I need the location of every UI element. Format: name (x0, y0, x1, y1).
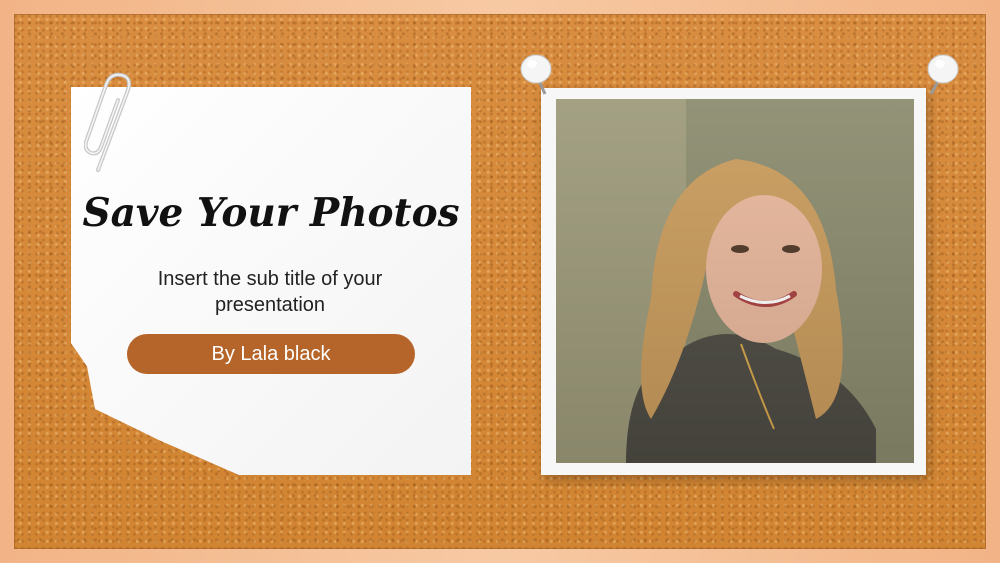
pushpin-icon (520, 54, 552, 95)
slide-title[interactable]: Save Your Photos (71, 190, 471, 236)
paperclip-icon (84, 72, 132, 172)
pushpin-icon (927, 54, 959, 95)
slide-subtitle[interactable]: Insert the sub title of your presentatio… (120, 266, 420, 318)
portrait-photo[interactable] (556, 99, 914, 463)
author-badge[interactable]: By Lala black (127, 334, 415, 374)
